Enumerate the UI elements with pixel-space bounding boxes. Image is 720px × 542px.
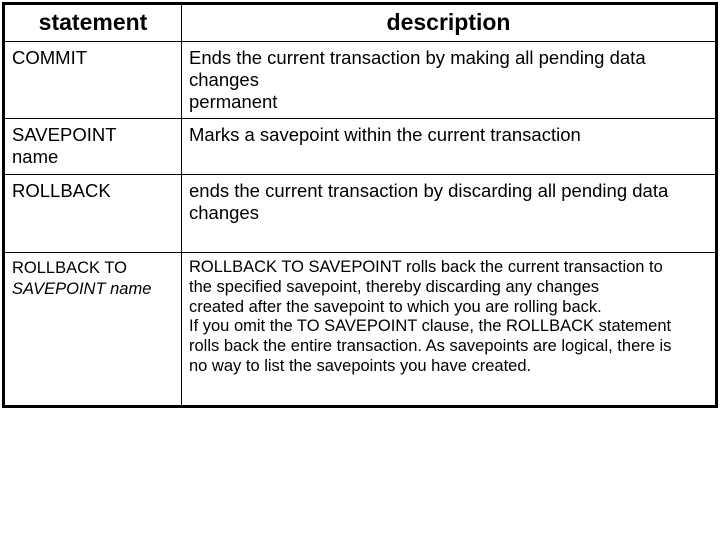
header-description: description (182, 5, 716, 42)
cell-description: ends the current transaction by discardi… (182, 174, 716, 252)
table-body: COMMIT Ends the current transaction by ma… (5, 41, 716, 405)
statement-part: SAVEPOINT (12, 124, 117, 145)
cell-statement: COMMIT (5, 41, 182, 119)
cell-description: Ends the current transaction by making a… (182, 41, 716, 119)
cell-description: Marks a savepoint within the current tra… (182, 119, 716, 174)
sql-statements-table-frame: statement description COMMIT Ends the cur… (2, 2, 718, 408)
cell-statement: ROLLBACK TO SAVEPOINT name (5, 252, 182, 405)
cell-statement: SAVEPOINT name (5, 119, 182, 174)
table-header: statement description (5, 5, 716, 42)
header-statement: statement (5, 5, 182, 42)
table-row: ROLLBACK TO SAVEPOINT nameROLLBACK TO SA… (5, 252, 716, 405)
statement-part: ROLLBACK TO (12, 259, 127, 277)
statement-part: ROLLBACK (12, 180, 111, 201)
statement-part: SAVEPOINT name (12, 280, 151, 298)
sql-statements-table: statement description COMMIT Ends the cur… (4, 4, 716, 406)
table-row: COMMIT Ends the current transaction by ma… (5, 41, 716, 119)
table-row: SAVEPOINT nameMarks a savepoint within t… (5, 119, 716, 174)
statement-part: COMMIT (12, 47, 87, 68)
table-row: ROLLBACK ends the current transaction by … (5, 174, 716, 252)
statement-part: name (12, 146, 58, 167)
cell-statement: ROLLBACK (5, 174, 182, 252)
cell-description: ROLLBACK TO SAVEPOINT rolls back the cur… (182, 252, 716, 405)
